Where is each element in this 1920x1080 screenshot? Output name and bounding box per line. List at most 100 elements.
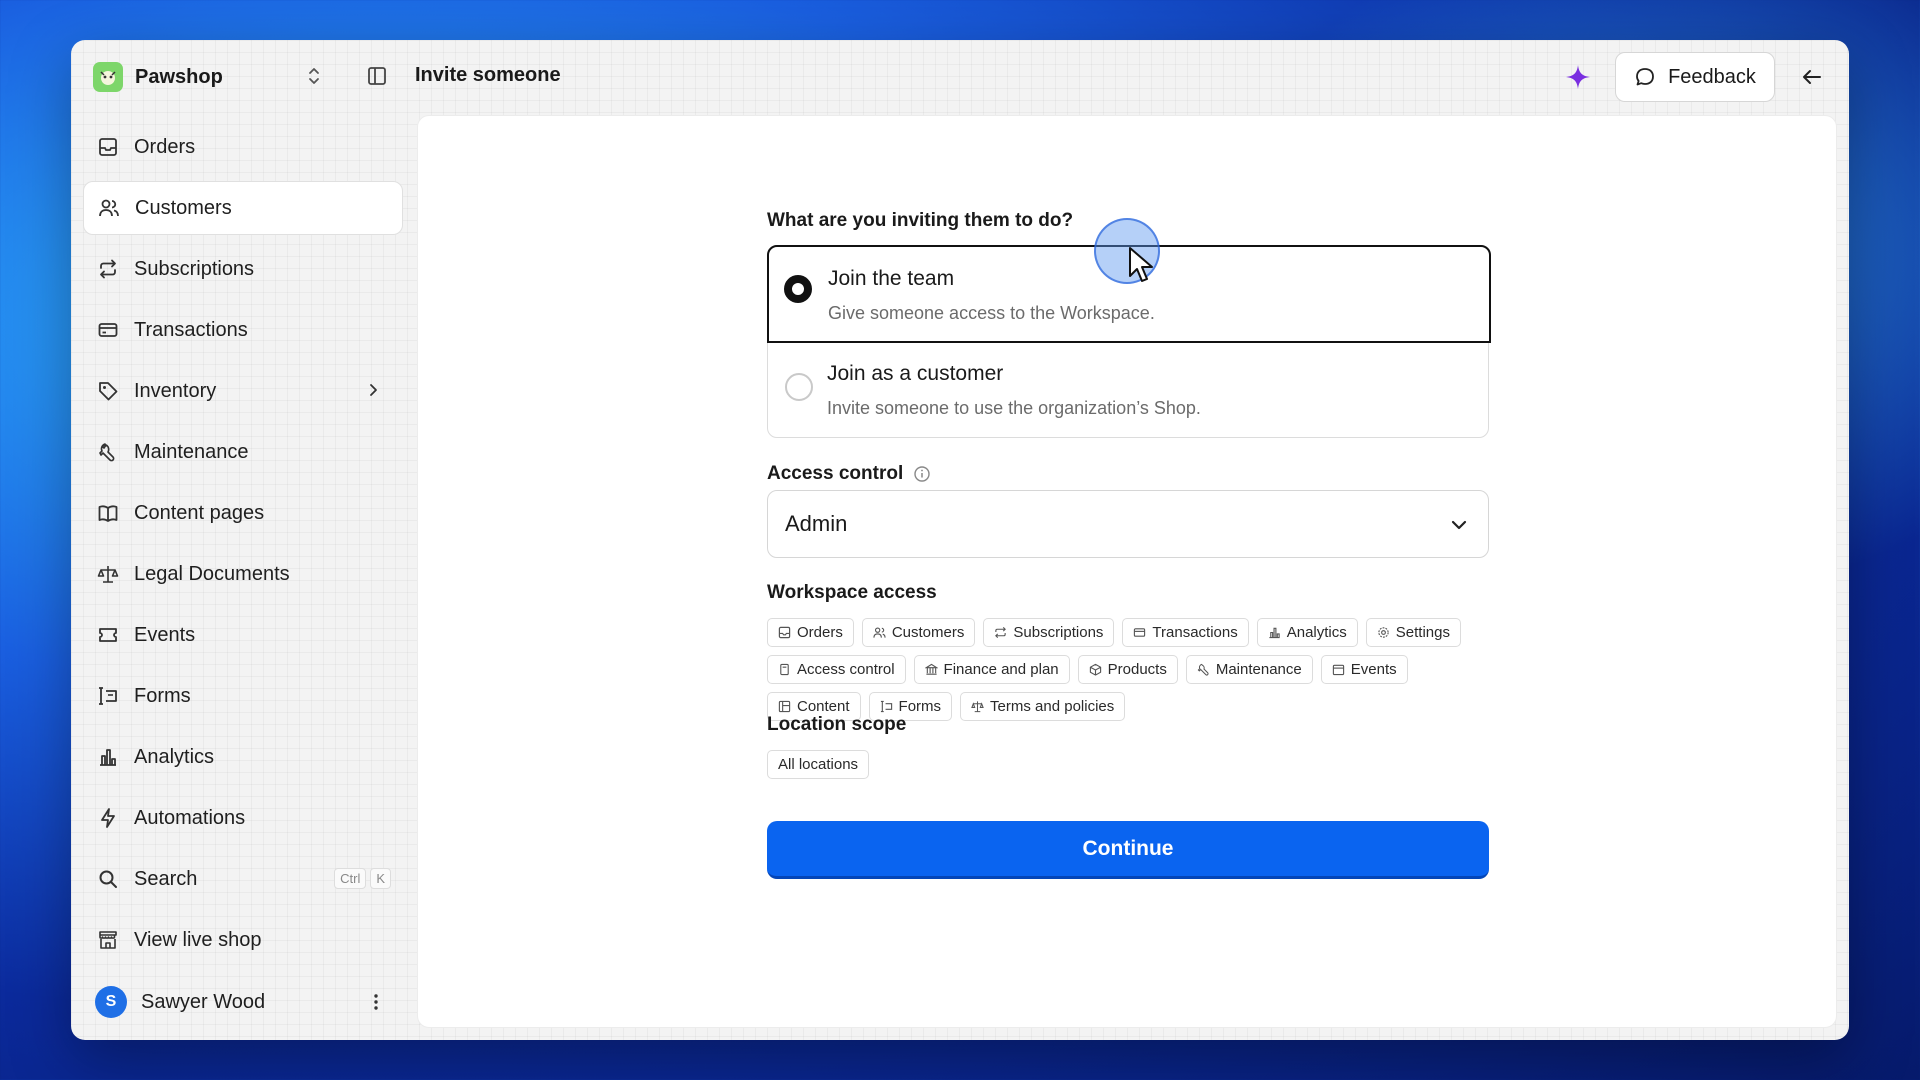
- search-shortcut: Ctrl K: [334, 868, 391, 889]
- sidebar-item-events[interactable]: Events: [83, 608, 403, 662]
- sidebar-item-label: Maintenance: [134, 440, 249, 463]
- bank-icon: [924, 663, 938, 675]
- form-icon: [880, 700, 892, 713]
- search-icon: [99, 870, 117, 888]
- app-window: Pawshop Invite someone Feedback Orders C…: [71, 40, 1849, 1040]
- wrench-icon: [99, 443, 115, 462]
- select-value: Admin: [785, 511, 848, 536]
- sidebar-toggle-icon[interactable]: [366, 65, 388, 87]
- shortcut-key: Ctrl: [334, 868, 367, 889]
- bolt-icon: [101, 808, 115, 828]
- sidebar-item-subscriptions[interactable]: Subscriptions: [83, 242, 403, 296]
- chip-label: Transactions: [1152, 624, 1238, 641]
- card-icon: [98, 323, 118, 337]
- sidebar-item-label: Content pages: [134, 501, 265, 524]
- sidebar-item-automations[interactable]: Automations: [83, 791, 403, 845]
- tag-icon: [99, 382, 118, 401]
- sidebar-item-legal-documents[interactable]: Legal Documents: [83, 547, 403, 601]
- location-scope-label: Location scope: [767, 714, 907, 735]
- chip-access-control: Access control: [767, 655, 906, 684]
- more-vertical-icon[interactable]: [365, 991, 387, 1013]
- sidebar-item-forms[interactable]: Forms: [83, 669, 403, 723]
- mouse-cursor-icon: [1129, 247, 1153, 282]
- workspace-name: Pawshop: [135, 65, 223, 88]
- sidebar-item-customers[interactable]: Customers: [83, 181, 403, 235]
- chat-bubble-icon: [1636, 68, 1654, 86]
- user-profile[interactable]: S Sawyer Wood: [83, 975, 403, 1029]
- workspace-access-label: Workspace access: [767, 582, 937, 603]
- feedback-button[interactable]: Feedback: [1615, 52, 1775, 102]
- sidebar-item-inventory[interactable]: Inventory: [83, 364, 403, 418]
- sidebar-search[interactable]: Search Ctrl K: [83, 852, 403, 906]
- chip-label: Finance and plan: [943, 661, 1059, 678]
- sidebar-view-live-shop[interactable]: View live shop: [83, 913, 403, 967]
- option-join-customer[interactable]: Join as a customer Invite someone to use…: [768, 343, 1490, 440]
- access-control-text: Access control: [767, 463, 904, 484]
- sparkle-ai-icon[interactable]: [1563, 62, 1593, 92]
- avatar: S: [95, 986, 127, 1018]
- arrow-left-icon[interactable]: [1799, 64, 1825, 90]
- sidebar-item-label: Inventory: [134, 379, 217, 402]
- chip-all-locations: All locations: [767, 750, 870, 779]
- shortcut-key: K: [370, 868, 391, 889]
- chip-label: Customers: [891, 624, 965, 641]
- option-title: Join as a customer: [827, 362, 1004, 385]
- chevron-right-icon[interactable]: [365, 382, 381, 398]
- pawshop-logo-icon: [93, 62, 123, 92]
- chip-label: Maintenance: [1215, 661, 1302, 678]
- chip-label: Settings: [1395, 624, 1450, 641]
- page-title: Invite someone: [415, 64, 561, 86]
- chip-finance-and-plan: Finance and plan: [913, 655, 1070, 684]
- chevron-up-down-icon[interactable]: [307, 66, 321, 91]
- book-icon: [98, 505, 118, 522]
- chip-label: Forms: [898, 698, 942, 715]
- form-icon: [99, 687, 117, 705]
- repeat-icon: [100, 259, 116, 279]
- chip-label: Subscriptions: [1013, 624, 1104, 641]
- sidebar-item-analytics[interactable]: Analytics: [83, 730, 403, 784]
- wrench-icon: [1197, 663, 1209, 676]
- sidebar-item-label: Orders: [134, 135, 196, 158]
- chip-products: Products: [1077, 655, 1178, 684]
- chip-label: Access control: [797, 661, 895, 678]
- chip-transactions: Transactions: [1122, 618, 1249, 647]
- chip-orders: Orders: [767, 618, 854, 647]
- radio-selected[interactable]: [784, 275, 812, 303]
- access-control-select[interactable]: Admin: [767, 490, 1489, 558]
- sidebar-item-maintenance[interactable]: Maintenance: [83, 425, 403, 479]
- sidebar-item-label: Transactions: [134, 318, 248, 341]
- invite-type-label: What are you inviting them to do?: [767, 210, 1074, 231]
- sidebar-item-orders[interactable]: Orders: [83, 120, 403, 174]
- sidebar-item-transactions[interactable]: Transactions: [83, 303, 403, 357]
- continue-button[interactable]: Continue: [767, 821, 1489, 879]
- card-icon: [1134, 628, 1146, 637]
- badge-icon: [780, 663, 789, 676]
- info-icon[interactable]: [913, 465, 931, 483]
- sidebar-item-label: Automations: [134, 806, 246, 829]
- workspace-switcher[interactable]: Pawshop: [93, 62, 223, 92]
- sidebar-item-label: Forms: [134, 684, 191, 707]
- ticket-icon: [99, 628, 117, 642]
- chip-events: Events: [1320, 655, 1408, 684]
- chip-label: Orders: [797, 624, 843, 641]
- chip-settings: Settings: [1365, 618, 1461, 647]
- chip-subscriptions: Subscriptions: [983, 618, 1115, 647]
- sidebar-item-label: Events: [134, 623, 196, 646]
- users-icon: [873, 627, 886, 638]
- chip-terms-and-policies: Terms and policies: [960, 692, 1126, 721]
- feedback-label: Feedback: [1668, 65, 1756, 88]
- calendar-icon: [1332, 664, 1344, 676]
- inbox-icon: [778, 626, 791, 639]
- users-icon: [99, 199, 119, 217]
- sidebar-item-label: Analytics: [134, 745, 215, 768]
- chip-label: Terms and policies: [990, 698, 1115, 715]
- bar-chart-icon: [100, 749, 116, 766]
- option-title: Join the team: [828, 267, 955, 290]
- sidebar-item-label: Customers: [135, 196, 232, 219]
- sidebar-item-content-pages[interactable]: Content pages: [83, 486, 403, 540]
- chip-analytics: Analytics: [1256, 618, 1358, 647]
- search-label: Search: [134, 867, 198, 890]
- sidebar-item-label: Subscriptions: [134, 257, 255, 280]
- sidebar-item-label: Legal Documents: [134, 562, 290, 585]
- radio-unselected[interactable]: [785, 373, 813, 401]
